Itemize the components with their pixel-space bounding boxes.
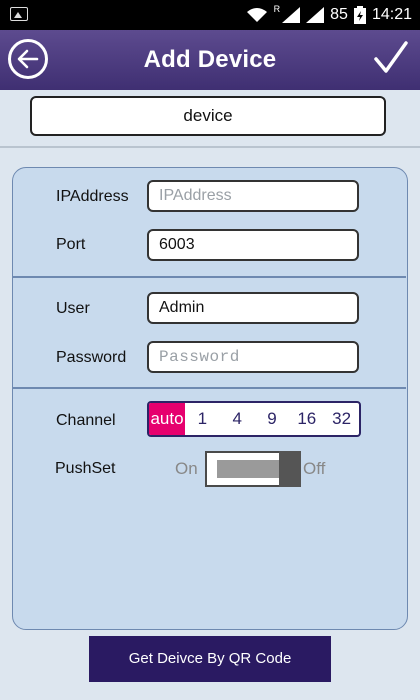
roaming-label: R <box>273 4 281 14</box>
toggle-on-label: On <box>175 459 198 478</box>
get-device-by-qr-button[interactable]: Get Deivce By QR Code <box>89 636 331 682</box>
channel-option-16[interactable]: 16 <box>289 403 324 435</box>
checkmark-icon <box>374 41 408 73</box>
signal-icon-1 <box>282 7 301 23</box>
ip-address-input[interactable] <box>147 180 359 212</box>
password-input[interactable] <box>147 341 359 373</box>
clock: 14:21 <box>371 6 412 23</box>
status-icons: R 85 14:21 <box>246 0 412 30</box>
section-divider <box>13 387 406 389</box>
user-label: User <box>56 300 90 317</box>
pushset-label: PushSet <box>55 460 116 477</box>
channel-option-4[interactable]: 4 <box>220 403 255 435</box>
channel-option-9[interactable]: 9 <box>255 403 290 435</box>
user-input[interactable]: Admin <box>147 292 359 324</box>
battery-level: 85 <box>330 6 348 23</box>
confirm-button[interactable] <box>374 41 408 75</box>
toggle-track <box>217 460 279 478</box>
channel-option-auto[interactable]: auto <box>149 403 185 435</box>
toggle-off-label: Off <box>303 459 326 478</box>
channel-option-1[interactable]: 1 <box>185 403 220 435</box>
device-name-field[interactable]: device <box>30 96 386 136</box>
ip-label: IPAddress <box>56 188 129 205</box>
channel-selector[interactable]: auto 1 4 9 16 32 <box>147 401 361 437</box>
channel-option-32[interactable]: 32 <box>324 403 359 435</box>
battery-icon <box>353 6 366 24</box>
pushset-toggle[interactable] <box>205 451 301 487</box>
settings-panel: IPAddress Port 6003 User Admin Password … <box>12 167 408 630</box>
app-header: Add Device <box>0 30 420 90</box>
page-title: Add Device <box>143 46 277 73</box>
port-label: Port <box>56 236 86 253</box>
toggle-knob[interactable] <box>279 451 301 487</box>
wifi-icon <box>246 7 268 23</box>
status-bar: R 85 14:21 <box>0 0 420 30</box>
port-input[interactable]: 6003 <box>147 229 359 261</box>
gallery-notification-icon <box>10 7 28 21</box>
password-label: Password <box>56 349 127 366</box>
signal-icon-2 <box>306 7 325 23</box>
divider <box>0 146 420 148</box>
section-divider <box>13 276 406 278</box>
channel-label: Channel <box>56 412 116 429</box>
